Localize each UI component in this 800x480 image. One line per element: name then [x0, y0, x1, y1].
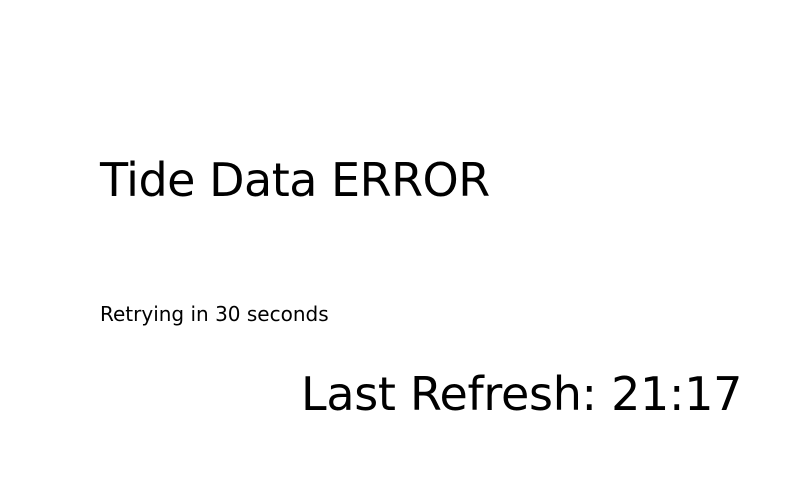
error-title: Tide Data ERROR [100, 153, 490, 207]
retry-message: Retrying in 30 seconds [100, 302, 329, 326]
last-refresh-time: Last Refresh: 21:17 [301, 367, 743, 421]
